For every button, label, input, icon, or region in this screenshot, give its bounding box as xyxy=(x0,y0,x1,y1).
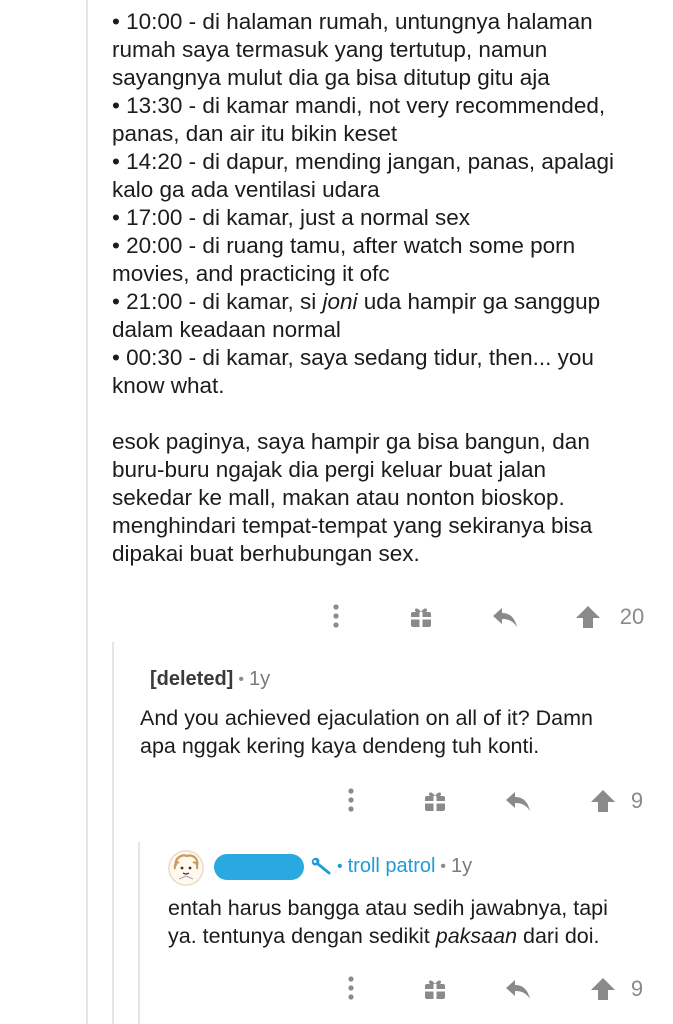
author-name[interactable]: [deleted] xyxy=(150,668,233,691)
comment-line: ya. tentunya dengan sedikit paksaan dari… xyxy=(168,922,608,950)
redacted-username xyxy=(214,854,304,880)
comment-body: • 10:00 - di halaman rumah, untungnya ha… xyxy=(112,8,652,568)
comment-line: And you achieved ejaculation on all of i… xyxy=(140,706,593,730)
comment-action-bar: 20 xyxy=(0,596,673,636)
reply-header: • troll patrol • 1y xyxy=(310,855,472,878)
comment-line: • 20:00 - di ruang tamu, after watch som… xyxy=(112,233,576,258)
comment-age: 1y xyxy=(451,855,473,877)
reply-arrow-icon[interactable] xyxy=(490,604,520,630)
comment-line: esok paginya, saya hampir ga bisa bangun… xyxy=(112,429,590,454)
reply-action-bar: 9 xyxy=(0,780,673,820)
vote-score: 9 xyxy=(630,788,644,813)
wrench-mod-icon xyxy=(310,857,332,877)
comment-line: • 13:30 - di kamar mandi, not very recom… xyxy=(112,93,606,118)
list-item: • 10:00 - di halaman rumah, untungnya ha… xyxy=(112,8,652,92)
list-item: • 21:00 - di kamar, si joni uda hampir g… xyxy=(112,288,652,344)
separator-dot: • xyxy=(337,857,343,875)
comment-line: • 21:00 - di kamar, si joni uda hampir g… xyxy=(112,288,652,316)
gift-award-icon[interactable] xyxy=(421,976,449,1002)
reply-arrow-icon[interactable] xyxy=(503,788,533,814)
emphasis-text: paksaan xyxy=(435,924,518,948)
thread-line-level-0[interactable] xyxy=(86,0,88,1024)
upvote-arrow-icon[interactable] xyxy=(588,975,618,1003)
comment-line: know what. xyxy=(112,373,225,398)
list-item: • 13:30 - di kamar mandi, not very recom… xyxy=(112,92,652,148)
separator-dot: • xyxy=(238,670,244,688)
comment-line: • 10:00 - di halaman rumah, untungnya ha… xyxy=(112,9,593,34)
gift-award-icon[interactable] xyxy=(407,604,435,630)
separator-dot: • xyxy=(440,857,447,875)
comment-line: panas, dan air itu bikin keset xyxy=(112,121,398,146)
avatar[interactable] xyxy=(168,850,204,886)
comment-line: • 17:00 - di kamar, just a normal sex xyxy=(112,205,471,230)
comment-line: kalo ga ada ventilasi udara xyxy=(112,177,380,202)
more-vertical-icon[interactable] xyxy=(326,602,346,630)
comment-line: • 00:30 - di kamar, saya sedang tidur, t… xyxy=(112,345,594,370)
text-prefix: ya. tentunya dengan sedikit xyxy=(168,924,436,948)
emphasis-text: joni xyxy=(322,289,358,314)
comment-line: apa nggak kering kaya dendeng tuh konti. xyxy=(140,734,540,758)
comment-line: sayangnya mulut dia ga bisa ditutup gitu… xyxy=(112,65,550,90)
reply-header: [deleted] • 1y xyxy=(150,668,270,691)
comment-line: • 14:20 - di dapur, mending jangan, pana… xyxy=(112,149,614,174)
list-item-suffix: uda hampir ga sanggup xyxy=(357,289,601,314)
more-vertical-icon[interactable] xyxy=(341,786,361,814)
upvote-arrow-icon[interactable] xyxy=(573,603,603,631)
reply-body: entah harus bangga atau sedih jawabnya, … xyxy=(168,894,608,950)
comment-line: menghindari tempat-tempat yang sekiranya… xyxy=(112,513,593,538)
vote-score: 9 xyxy=(630,976,644,1001)
comment-line: entah harus bangga atau sedih jawabnya, … xyxy=(168,896,608,920)
list-item: • 20:00 - di ruang tamu, after watch som… xyxy=(112,232,652,288)
reply-body: And you achieved ejaculation on all of i… xyxy=(140,704,593,760)
list-item-prefix: • 21:00 - di kamar, si xyxy=(112,289,323,314)
comment-line: rumah saya termasuk yang tertutup, namun xyxy=(112,37,548,62)
comment-line: buru-buru ngajak dia pergi keluar buat j… xyxy=(112,457,547,482)
reply-arrow-icon[interactable] xyxy=(503,976,533,1002)
list-item: • 14:20 - di dapur, mending jangan, pana… xyxy=(112,148,652,204)
text-suffix: dari doi. xyxy=(517,924,600,948)
comment-line: movies, and practicing it ofc xyxy=(112,261,390,286)
comment-line: sekedar ke mall, makan atau nonton biosk… xyxy=(112,485,565,510)
list-item: • 17:00 - di kamar, just a normal sex xyxy=(112,204,652,232)
user-flair: troll patrol xyxy=(347,855,436,877)
comment-paragraph: esok paginya, saya hampir ga bisa bangun… xyxy=(112,428,652,568)
reply-action-bar: 9 xyxy=(0,968,673,1008)
gift-award-icon[interactable] xyxy=(421,788,449,814)
comment-line: dipakai buat berhubungan sex. xyxy=(112,541,420,566)
more-vertical-icon[interactable] xyxy=(341,974,361,1002)
comment-line: dalam keadaan normal xyxy=(112,317,341,342)
comment-age: 1y xyxy=(248,668,271,690)
upvote-arrow-icon[interactable] xyxy=(588,787,618,815)
list-item: • 00:30 - di kamar, saya sedang tidur, t… xyxy=(112,344,652,400)
thread-line-level-1[interactable] xyxy=(112,642,114,1024)
vote-score: 20 xyxy=(619,604,645,629)
